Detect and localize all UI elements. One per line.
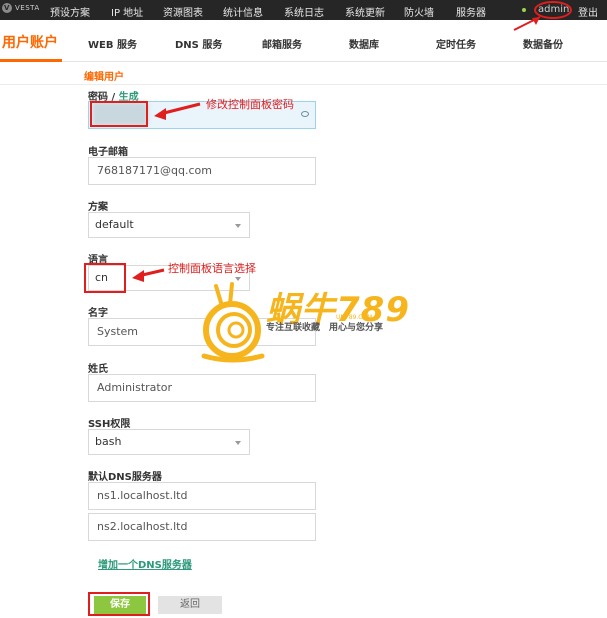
status-dot-icon <box>522 8 526 12</box>
chevron-down-icon <box>235 224 241 228</box>
save-highlight-box <box>88 592 150 616</box>
tab-cron[interactable]: 定时任务 <box>436 36 476 51</box>
tab-web[interactable]: WEB 服务 <box>88 36 137 51</box>
dns1-input[interactable]: ns1.localhost.ltd <box>88 482 316 510</box>
ssh-label: SSH权限 <box>88 419 131 430</box>
chevron-down-icon <box>235 441 241 445</box>
main-tabs: 用户账户 WEB 服务 DNS 服务 邮箱服务 数据库 定时任务 数据备份 <box>0 20 607 62</box>
package-label: 方案 <box>88 202 108 213</box>
surname-label: 姓氏 <box>88 364 108 375</box>
menu-ip[interactable]: IP 地址 <box>111 4 143 19</box>
tab-db[interactable]: 数据库 <box>349 36 379 51</box>
admin-highlight-ellipse <box>534 1 572 19</box>
vesta-logo-icon: V <box>2 3 12 13</box>
tab-mail[interactable]: 邮箱服务 <box>262 36 302 51</box>
back-button[interactable]: 返回 <box>158 596 222 614</box>
tab-users[interactable]: 用户账户 <box>0 20 62 62</box>
top-bar: V VESTA 预设方案 IP 地址 资源图表 统计信息 系统日志 系统更新 防… <box>0 0 607 20</box>
tab-backup[interactable]: 数据备份 <box>523 36 563 51</box>
email-label: 电子邮箱 <box>88 147 128 158</box>
language-highlight-box <box>84 263 126 293</box>
vesta-logo-text: VESTA <box>15 4 40 12</box>
dns-label: 默认DNS服务器 <box>88 472 162 483</box>
watermark: 蜗牛789 UN789.COM 专注互联收藏 用心与您分享 <box>196 280 426 370</box>
menu-packages[interactable]: 预设方案 <box>50 4 90 19</box>
dns2-input[interactable]: ns2.localhost.ltd <box>88 513 316 541</box>
add-dns-server-link[interactable]: 增加一个DNS服务器 <box>98 556 192 571</box>
watermark-slogan: 专注互联收藏 用心与您分享 <box>266 323 384 333</box>
menu-server[interactable]: 服务器 <box>456 4 486 19</box>
menu-updates[interactable]: 系统更新 <box>345 4 385 19</box>
email-input[interactable]: 768187171@qq.com <box>88 157 316 185</box>
password-annotation: 修改控制面板密码 <box>206 98 294 111</box>
menu-log[interactable]: 系统日志 <box>284 4 324 19</box>
menu-graphs[interactable]: 资源图表 <box>163 4 203 19</box>
ssh-select-value: bash <box>95 435 122 448</box>
divider <box>0 84 607 85</box>
name-label: 名字 <box>88 308 108 319</box>
menu-firewall[interactable]: 防火墙 <box>404 4 434 19</box>
tab-dns[interactable]: DNS 服务 <box>175 36 222 51</box>
password-highlight-box <box>90 101 148 127</box>
logout-link[interactable]: 登出 <box>578 4 598 19</box>
menu-stats[interactable]: 统计信息 <box>223 4 263 19</box>
package-select[interactable]: default <box>88 212 250 238</box>
package-select-value: default <box>95 218 134 231</box>
page-title: 编辑用户 <box>84 72 124 83</box>
vesta-logo[interactable]: V VESTA <box>2 3 40 13</box>
ssh-select[interactable]: bash <box>88 429 250 455</box>
snail-logo-icon <box>201 282 265 363</box>
surname-input[interactable]: Administrator <box>88 374 316 402</box>
language-annotation: 控制面板语言选择 <box>168 262 256 275</box>
eye-icon[interactable] <box>301 111 309 117</box>
